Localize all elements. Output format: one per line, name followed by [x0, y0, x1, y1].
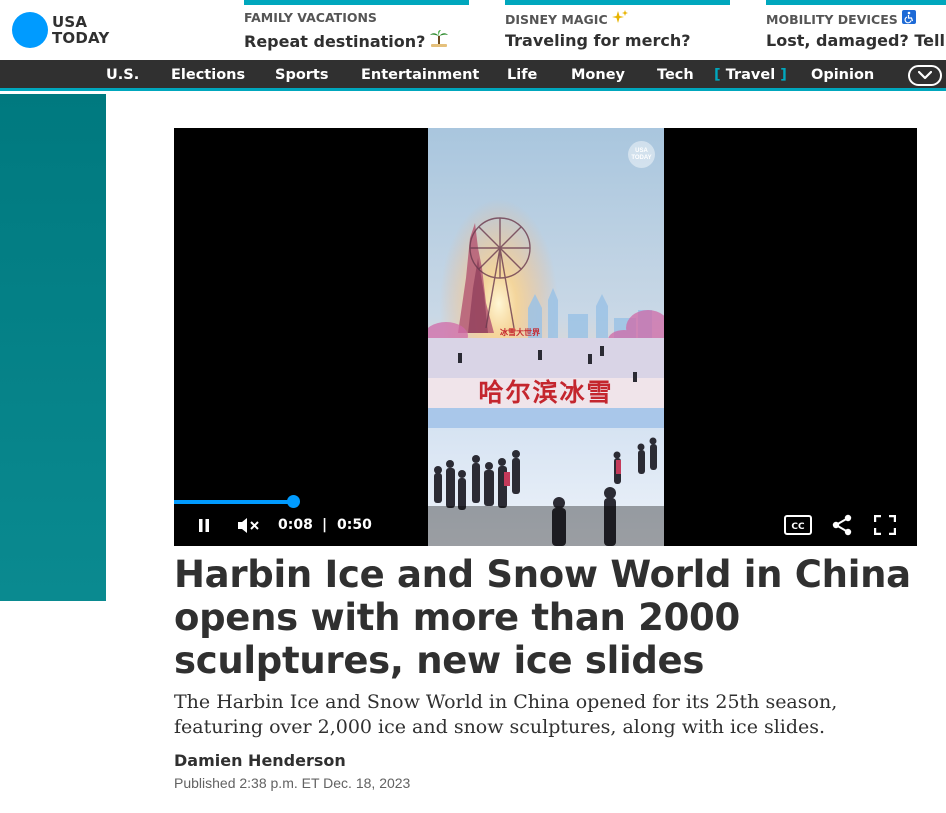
nav-item-tech[interactable]: Tech — [657, 67, 694, 83]
nav-bracket-right: ] — [780, 67, 787, 83]
promo-category-text: MOBILITY DEVICES — [766, 12, 898, 27]
video-scene: 哈尔滨冰雪 冰雪大世界 — [428, 128, 664, 546]
share-icon — [832, 514, 852, 536]
promo-mobility-devices[interactable]: MOBILITY DEVICES Lost, damaged? Tell — [766, 0, 946, 60]
promo-category-text: DISNEY MAGIC — [505, 12, 608, 27]
nav-item-sports[interactable]: Sports — [275, 67, 329, 83]
promo-family-vacations[interactable]: FAMILY VACATIONS Repeat destination? — [244, 0, 469, 60]
article-summary: The Harbin Ice and Snow World in China o… — [174, 691, 838, 738]
promo-category: DISNEY MAGIC — [505, 10, 730, 27]
nav-item-travel-label: Travel — [725, 67, 776, 83]
nav-item-us[interactable]: U.S. — [106, 67, 139, 83]
video-player[interactable]: 哈尔滨冰雪 冰雪大世界 USA TODAY 0:08 | 0:50 CC — [174, 128, 917, 546]
logo-wordmark: USA TODAY — [52, 14, 109, 46]
fullscreen-button[interactable] — [873, 514, 897, 540]
nav-expand-button[interactable] — [908, 65, 942, 86]
nav-item-elections[interactable]: Elections — [171, 67, 245, 83]
palm-tree-icon — [429, 29, 449, 51]
promo-accent-bar — [766, 0, 946, 5]
video-progress-fill — [174, 500, 293, 504]
promo-category: MOBILITY DEVICES — [766, 10, 946, 27]
share-button[interactable] — [832, 514, 852, 541]
video-progress-bar[interactable] — [174, 495, 917, 508]
promo-title[interactable]: Lost, damaged? Tell — [766, 31, 946, 50]
nav-item-travel[interactable]: [ Travel ] — [714, 67, 787, 83]
video-frame: 哈尔滨冰雪 冰雪大世界 USA TODAY — [428, 128, 664, 546]
promo-title[interactable]: Repeat destination? — [244, 29, 469, 51]
video-progress-handle[interactable] — [286, 495, 300, 508]
chevron-down-icon — [918, 71, 932, 80]
logo-dot-icon — [12, 12, 48, 48]
fullscreen-icon — [873, 514, 897, 536]
video-duration: 0:50 — [337, 517, 372, 533]
logo-line-1: USA — [52, 13, 88, 31]
pause-button[interactable] — [197, 518, 211, 538]
mute-button[interactable] — [237, 517, 261, 539]
promo-title[interactable]: Traveling for merch? — [505, 31, 730, 50]
article-headline: Harbin Ice and Snow World in China opens… — [174, 553, 911, 682]
video-time-separator: | — [322, 517, 328, 533]
nav-item-life[interactable]: Life — [507, 67, 537, 83]
wheelchair-icon — [901, 10, 916, 27]
promo-accent-bar — [505, 0, 730, 5]
closed-captions-button[interactable]: CC — [784, 515, 812, 540]
promo-category: FAMILY VACATIONS — [244, 10, 377, 25]
nav-item-entertainment[interactable]: Entertainment — [361, 67, 479, 83]
nav-item-opinion[interactable]: Opinion — [811, 67, 874, 83]
video-current-time: 0:08 — [278, 517, 313, 533]
video-sign-text: 哈尔滨冰雪 — [478, 378, 613, 407]
pause-icon — [199, 519, 209, 532]
side-teal-panel — [0, 94, 106, 601]
closed-captions-icon: CC — [784, 515, 812, 535]
nav-bracket-left: [ — [714, 67, 721, 83]
main-nav: U.S. Elections Sports Entertainment Life… — [0, 60, 946, 91]
nav-item-money[interactable]: Money — [571, 67, 625, 83]
article-author[interactable]: Damien Henderson — [174, 751, 346, 770]
usa-today-watermark: USA TODAY — [628, 141, 655, 168]
promo-title-text: Repeat destination? — [244, 32, 426, 51]
promo-disney-magic[interactable]: DISNEY MAGIC Traveling for merch? — [505, 0, 730, 60]
video-banner-text: 冰雪大世界 — [500, 327, 541, 337]
promo-accent-bar — [244, 0, 469, 5]
top-bar: USA TODAY FAMILY VACATIONS Repeat destin… — [0, 0, 946, 60]
article-published-date: Published 2:38 p.m. ET Dec. 18, 2023 — [174, 775, 411, 791]
sparkles-icon — [611, 10, 628, 27]
usa-today-logo[interactable]: USA TODAY — [12, 12, 109, 48]
logo-line-2: TODAY — [52, 29, 110, 47]
svg-text:CC: CC — [791, 522, 805, 532]
volume-muted-icon — [238, 518, 259, 533]
